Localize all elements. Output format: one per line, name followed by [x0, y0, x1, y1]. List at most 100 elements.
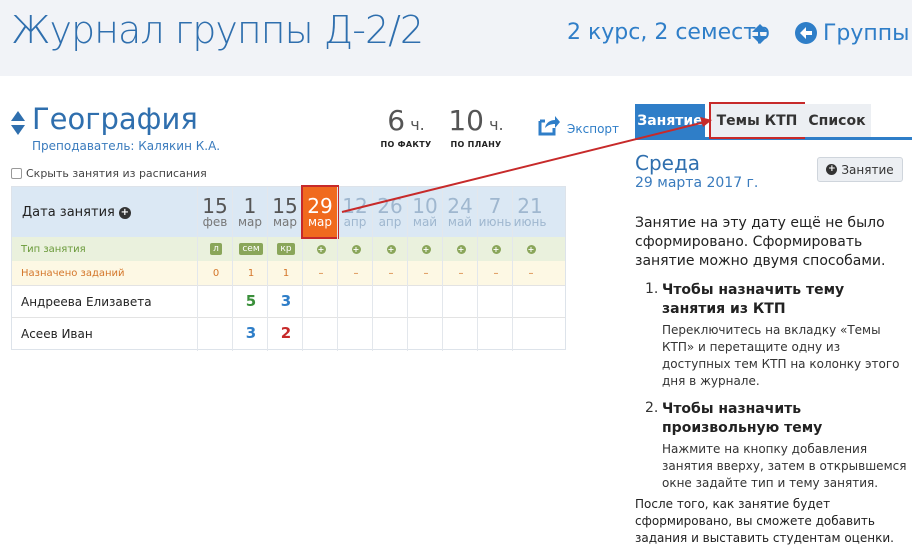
lesson-type-badge[interactable]: л [210, 243, 222, 255]
date-month: мар [307, 215, 333, 229]
tab-lesson[interactable]: Занятие [635, 104, 705, 137]
grade-cell[interactable] [443, 285, 479, 317]
semester-selector[interactable]: 2 курс, 2 семестр [567, 20, 770, 45]
type-cell: л [198, 237, 234, 261]
grade-cell[interactable] [198, 285, 234, 317]
date-month: май [447, 215, 473, 229]
date-month: мар [272, 215, 298, 229]
grade-cell[interactable] [478, 285, 514, 317]
type-cell: + [338, 237, 374, 261]
grade-cell[interactable]: 2 [268, 317, 304, 349]
date-column[interactable]: 21 июнь [513, 187, 547, 237]
add-lesson-button[interactable]: + Занятие [817, 157, 903, 182]
date-column[interactable]: 10 май [408, 187, 442, 237]
grade-cell[interactable] [303, 285, 339, 317]
date-column[interactable]: 12 апр [338, 187, 372, 237]
date-column[interactable]: 15 мар [268, 187, 302, 237]
assignment-count[interactable]: – [478, 261, 514, 285]
sidebar-tabs: Занятие Темы КТП Список [635, 102, 912, 140]
lesson-date: 29 марта 2017 г. [635, 175, 759, 191]
grade-cell[interactable] [513, 285, 549, 317]
grade-cell[interactable] [303, 317, 339, 349]
lesson-sidebar: Занятие Темы КТП Список Среда 29 марта 2… [635, 102, 912, 549]
assignment-count[interactable]: 1 [268, 261, 304, 285]
info-text: Занятие на эту дату ещё не было сформиро… [635, 215, 886, 269]
date-header[interactable]: Дата занятия + [22, 205, 131, 220]
assignment-count[interactable]: 1 [233, 261, 269, 285]
grade-cell[interactable]: 5 [233, 285, 269, 317]
hide-checkbox[interactable] [11, 168, 22, 179]
groups-link-label: Группы [823, 20, 910, 46]
assignment-count[interactable]: – [443, 261, 479, 285]
instructions-list: 1. Чтобы назначить тему занятия из КТП П… [645, 281, 910, 502]
grade-cell[interactable]: 3 [268, 285, 304, 317]
grade-cell[interactable] [408, 285, 444, 317]
date-day: 21 [517, 194, 543, 218]
grade-cell[interactable] [338, 317, 374, 349]
assignment-count[interactable]: – [338, 261, 374, 285]
date-column[interactable]: 7 июнь [478, 187, 512, 237]
tab-ktp-topics[interactable]: Темы КТП [709, 102, 805, 139]
tab-list[interactable]: Список [803, 104, 871, 137]
date-column[interactable]: 26 апр [373, 187, 407, 237]
lesson-weekday: Среда [635, 151, 701, 175]
add-type-icon[interactable]: + [456, 244, 466, 254]
date-month: май [412, 215, 438, 229]
add-type-icon[interactable]: + [316, 244, 326, 254]
date-day: 24 [447, 194, 473, 218]
subject-switch-icon[interactable] [10, 110, 26, 136]
add-type-icon[interactable]: + [351, 244, 361, 254]
add-type-icon[interactable]: + [491, 244, 501, 254]
grade-cell[interactable] [198, 317, 234, 349]
assignment-count[interactable]: 0 [198, 261, 234, 285]
hide-scheduled-toggle[interactable]: Скрыть занятия из расписания [11, 167, 207, 180]
grade-cell[interactable] [338, 285, 374, 317]
add-type-icon[interactable]: + [386, 244, 396, 254]
add-type-icon[interactable]: + [526, 244, 536, 254]
lesson-type-badge[interactable]: кр [277, 243, 295, 255]
assignment-count[interactable]: – [513, 261, 549, 285]
student-name[interactable]: Андреева Елизавета [21, 286, 152, 317]
date-month: фев [202, 215, 228, 229]
date-day: 12 [342, 194, 368, 218]
type-cell: + [373, 237, 409, 261]
date-month: июнь [513, 215, 547, 229]
date-day: 15 [202, 194, 228, 218]
assignment-count[interactable]: – [303, 261, 339, 285]
date-column-selected[interactable]: 29 мар [301, 185, 339, 239]
type-cell: + [443, 237, 479, 261]
type-cell: сем [233, 237, 269, 261]
sort-updown-icon[interactable] [751, 22, 769, 46]
plus-icon: + [826, 164, 838, 175]
hours-fact: 6 ч. ПО ФАКТУ [380, 104, 432, 150]
assign-row-label: Назначено заданий [21, 267, 125, 279]
date-column[interactable]: 24 май [443, 187, 477, 237]
type-cell: + [478, 237, 514, 261]
grade-cell[interactable] [513, 317, 549, 349]
student-name[interactable]: Асеев Иван [21, 318, 93, 349]
date-day: 1 [243, 194, 257, 218]
grade-cell[interactable]: 3 [233, 317, 269, 349]
groups-back-link[interactable]: Группы [795, 18, 910, 48]
journal-page: { "header": { "title": "Журнал группы Д-… [0, 0, 912, 549]
instruction-step: 2. Чтобы назначить произвольную тему Наж… [645, 400, 907, 490]
add-date-icon[interactable]: + [118, 206, 131, 219]
export-button[interactable]: Экспорт [537, 114, 619, 136]
date-column[interactable]: 1 мар [233, 187, 267, 237]
assignment-count[interactable]: – [373, 261, 409, 285]
grade-cell[interactable] [373, 285, 409, 317]
grade-cell[interactable] [478, 317, 514, 349]
assignment-count[interactable]: – [408, 261, 444, 285]
grade-cell[interactable] [443, 317, 479, 349]
date-day: 26 [377, 194, 403, 218]
journal-table: Дата занятия + Тип занятия Назначено зада… [11, 185, 566, 351]
page-title: Журнал группы Д-2/2 [11, 8, 424, 52]
grade-cell[interactable] [408, 317, 444, 349]
lesson-type-badge[interactable]: сем [239, 243, 263, 255]
subject-title: География [32, 102, 198, 136]
date-column[interactable]: 15 фев [198, 187, 232, 237]
date-month: мар [237, 215, 263, 229]
back-arrow-icon [795, 22, 817, 44]
add-type-icon[interactable]: + [421, 244, 431, 254]
grade-cell[interactable] [373, 317, 409, 349]
